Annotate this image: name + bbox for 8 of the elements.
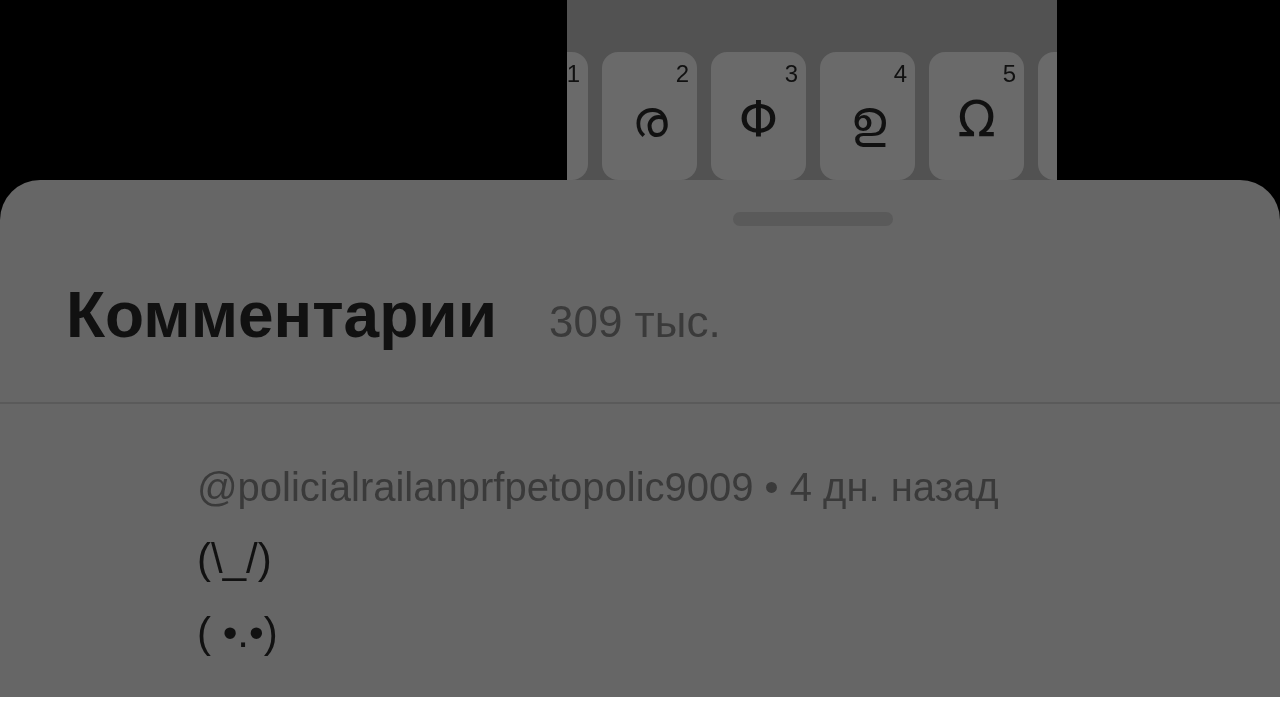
keyboard-key[interactable]: 3 Φ <box>711 52 806 180</box>
keyboard-key[interactable]: 2 ര <box>602 52 697 180</box>
keyboard-key[interactable]: 5 Ω <box>929 52 1024 180</box>
comment-text: (\_/) <box>197 534 273 584</box>
sheet-title: Комментарии <box>66 278 497 352</box>
keyboard-key[interactable]: 1 <box>567 52 588 180</box>
comment-text: ( •.•) <box>197 608 279 658</box>
keyboard-key[interactable]: 4 ഉ <box>820 52 915 180</box>
